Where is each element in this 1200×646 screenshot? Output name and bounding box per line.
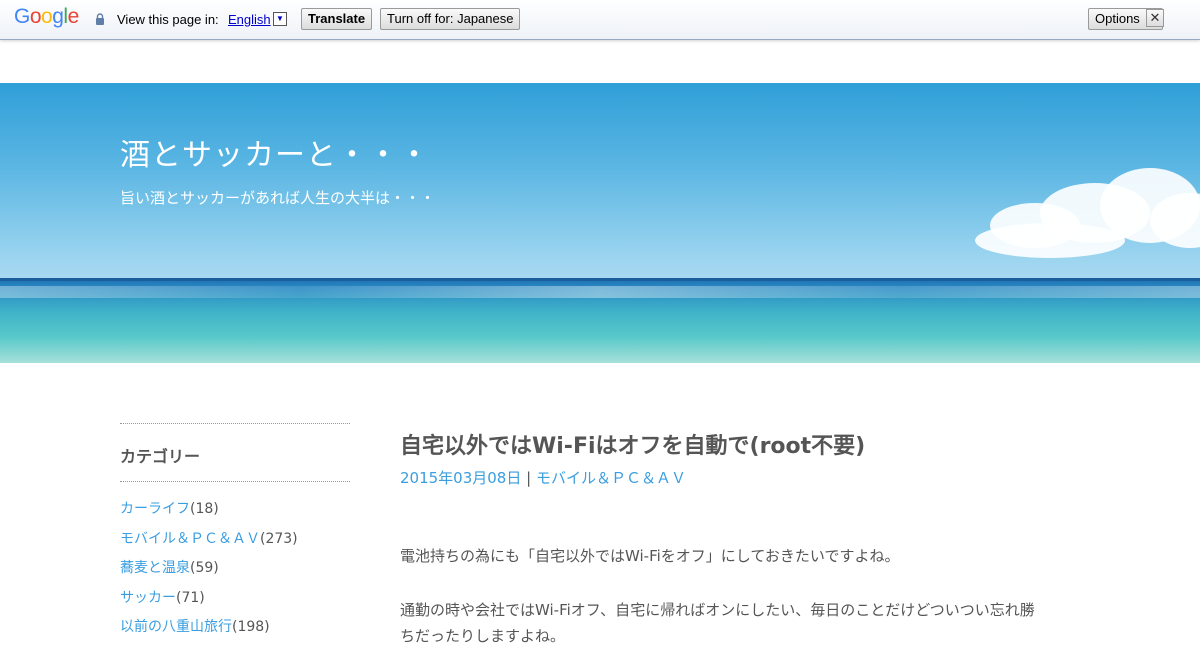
turn-off-button[interactable]: Turn off for: Japanese xyxy=(380,8,521,30)
google-logo: Google xyxy=(14,5,79,28)
meta-separator: | xyxy=(526,469,532,487)
list-item: カーライフ(18) xyxy=(120,498,298,528)
category-link-soccer[interactable]: サッカー xyxy=(120,590,176,606)
close-icon[interactable]: ✕ xyxy=(1146,9,1164,27)
category-count: (59) xyxy=(190,560,219,576)
sidebar-heading: カテゴリー xyxy=(120,447,201,466)
post-paragraph: 電池持ちの為にも「自宅以外ではWi-Fiをオフ」にしておきたいですよね。 xyxy=(400,547,900,565)
site-title[interactable]: 酒とサッカーと・・・ xyxy=(120,130,430,174)
list-item: 蕎麦と温泉(59) xyxy=(120,557,298,587)
translate-bar: Google View this page in: English ▼ Tran… xyxy=(0,0,1200,40)
divider xyxy=(120,423,350,424)
language-select[interactable]: English xyxy=(228,12,271,27)
site-description: 旨い酒とサッカーがあれば人生の大半は・・・ xyxy=(120,189,436,207)
category-link-mobile-pc-av[interactable]: モバイル＆ＰＣ＆ＡＶ xyxy=(120,531,260,547)
list-item: サッカー(71) xyxy=(120,587,298,617)
lock-icon xyxy=(96,13,104,25)
post-paragraph: ちだったりしますよね。 xyxy=(400,627,566,645)
category-count: (273) xyxy=(260,530,298,547)
post-title[interactable]: 自宅以外ではWi-Fiはオフを自動で(root不要) xyxy=(400,428,865,460)
category-list: カーライフ(18) モバイル＆ＰＣ＆ＡＶ(273) 蕎麦と温泉(59) サッカー… xyxy=(120,498,298,646)
category-link-yaeyama-trip[interactable]: 以前の八重山旅行 xyxy=(120,619,232,635)
header-banner: 酒とサッカーと・・・ 旨い酒とサッカーがあれば人生の大半は・・・ xyxy=(0,83,1200,363)
dropdown-icon[interactable]: ▼ xyxy=(273,12,287,26)
divider xyxy=(120,481,350,482)
category-count: (198) xyxy=(232,619,270,635)
post-paragraph: 通勤の時や会社ではWi-Fiオフ、自宅に帰ればオンにしたい、毎日のことだけどつい… xyxy=(400,601,1035,619)
post-date-link[interactable]: 2015年03月08日 xyxy=(400,469,521,487)
category-count: (71) xyxy=(176,589,205,606)
category-link-car-life[interactable]: カーライフ xyxy=(120,501,190,517)
category-link-soba-onsen[interactable]: 蕎麦と温泉 xyxy=(120,560,190,576)
post-meta: 2015年03月08日 | モバイル＆ＰＣ＆ＡＶ xyxy=(400,467,686,488)
list-item: 以前の八重山旅行(198) xyxy=(120,616,298,646)
translate-button[interactable]: Translate xyxy=(301,8,373,30)
list-item: モバイル＆ＰＣ＆ＡＶ(273) xyxy=(120,528,298,558)
view-page-label: View this page in: xyxy=(117,12,219,27)
category-count: (18) xyxy=(190,501,219,517)
post-category-link[interactable]: モバイル＆ＰＣ＆ＡＶ xyxy=(536,469,686,487)
